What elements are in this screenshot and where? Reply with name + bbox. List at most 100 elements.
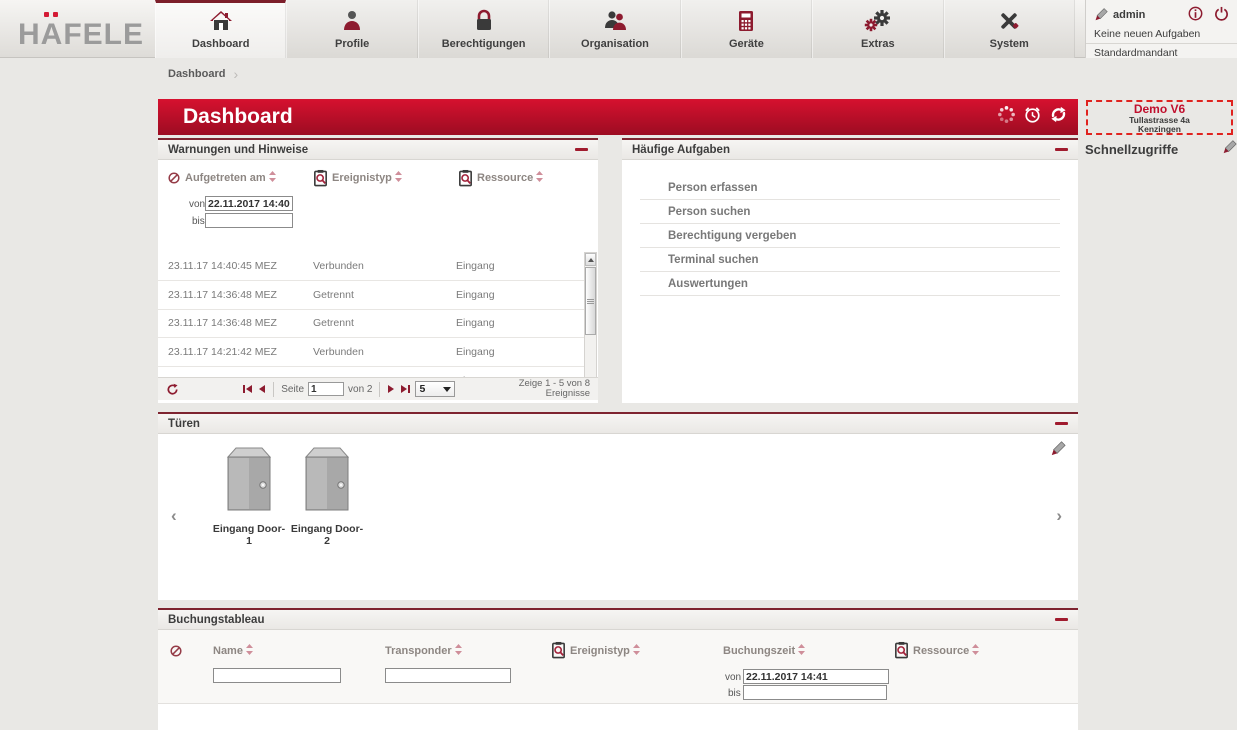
edit-user-pencil-icon[interactable] <box>1094 7 1108 24</box>
page-title-bar: Dashboard <box>158 99 1078 135</box>
table-row[interactable]: 23.11.17 14:21:42 MEZVerbundenEingang <box>158 338 586 367</box>
page-title: Dashboard <box>183 105 997 129</box>
collapse-icon[interactable] <box>1055 148 1068 151</box>
table-row[interactable]: 23.11.17 14:40:45 MEZVerbundenEingang <box>158 252 586 281</box>
demo-city: Kenzingen <box>1088 125 1231 134</box>
home-icon <box>209 8 233 34</box>
next-page-icon[interactable] <box>387 384 396 394</box>
person-icon <box>341 8 363 34</box>
task-list: Person erfassen Person suchen Berechtigu… <box>640 176 1060 296</box>
sort-icon <box>246 644 253 658</box>
block-icon <box>170 644 182 662</box>
warnings-von-input[interactable] <box>205 196 293 211</box>
tab-profile[interactable]: Profile <box>286 0 417 58</box>
door-tile-eingang-door-2[interactable]: Eingang Door-2 <box>288 446 366 547</box>
warnings-panel-header: Warnungen und Hinweise <box>158 138 598 160</box>
sort-icon <box>972 644 979 658</box>
tab-system[interactable]: System <box>944 0 1075 58</box>
edit-quick-access-pencil-icon[interactable] <box>1222 139 1237 159</box>
gears-icon <box>864 8 892 34</box>
clipboard-search-icon[interactable] <box>550 641 567 664</box>
list-item-berechtigung-vergeben[interactable]: Berechtigung vergeben <box>640 224 1060 248</box>
warnings-title: Warnungen und Hinweise <box>168 144 308 156</box>
haefele-logo: HAFELE <box>18 20 144 50</box>
page-size-select[interactable]: 5 <box>415 381 455 397</box>
sort-icon <box>395 171 402 185</box>
warnings-bis-input[interactable] <box>205 213 293 228</box>
table-row[interactable]: 23.11.17 14:36:48 MEZGetrenntEingang <box>158 281 586 310</box>
bookings-transponder-input[interactable] <box>385 668 511 683</box>
clipboard-search-icon[interactable] <box>457 169 474 192</box>
doors-panel-header: Türen <box>158 412 1078 434</box>
list-item-auswertungen[interactable]: Auswertungen <box>640 272 1060 296</box>
alarm-clock-icon[interactable] <box>1023 105 1042 129</box>
bookings-filter-area: Name Transponder Ereignistyp Buchungszei… <box>158 630 1078 704</box>
bookings-panel-header: Buchungstableau <box>158 608 1078 630</box>
power-icon[interactable] <box>1214 6 1229 24</box>
bookings-panel: Buchungstableau Name Transponder <box>158 608 1078 730</box>
collapse-icon[interactable] <box>575 148 588 151</box>
spinner-icon <box>997 105 1016 129</box>
previous-page-icon[interactable] <box>257 384 266 394</box>
tab-label: Profile <box>335 38 369 50</box>
username[interactable]: admin <box>1113 9 1183 21</box>
edit-doors-pencil-icon[interactable] <box>1050 440 1066 461</box>
column-ressource[interactable]: Ressource <box>913 644 979 658</box>
chevron-left-icon[interactable]: ‹ <box>171 506 177 526</box>
thumb-grip <box>587 301 594 302</box>
mandant-label[interactable]: Standardmandant <box>1086 44 1237 62</box>
chevron-right-icon[interactable]: › <box>1056 506 1062 526</box>
column-buchungszeit[interactable]: Buchungszeit <box>723 644 805 658</box>
page-number-input[interactable] <box>308 382 344 396</box>
bookings-bis-input[interactable] <box>743 685 887 700</box>
last-page-icon[interactable] <box>400 384 411 394</box>
column-ereignistyp[interactable]: Ereignistyp <box>570 644 640 658</box>
bookings-name-input[interactable] <box>213 668 341 683</box>
column-ereignistyp[interactable]: Ereignistyp <box>332 171 402 185</box>
list-item-person-erfassen[interactable]: Person erfassen <box>640 176 1060 200</box>
tab-dashboard[interactable]: Dashboard <box>155 0 286 58</box>
bookings-title: Buchungstableau <box>168 614 264 626</box>
vertical-scrollbar[interactable] <box>584 252 597 396</box>
tools-icon <box>997 8 1021 34</box>
top-header: HAFELE Dashboard Profile Berechtigungen <box>0 0 1237 58</box>
collapse-icon[interactable] <box>1055 618 1068 621</box>
info-icon[interactable] <box>1188 6 1203 24</box>
tab-berechtigungen[interactable]: Berechtigungen <box>418 0 549 58</box>
sort-icon <box>798 644 805 658</box>
first-page-icon[interactable] <box>242 384 253 394</box>
list-item-person-suchen[interactable]: Person suchen <box>640 200 1060 224</box>
list-item-terminal-suchen[interactable]: Terminal suchen <box>640 248 1060 272</box>
sort-icon <box>536 171 543 185</box>
scrollbar-thumb[interactable] <box>585 267 596 335</box>
tab-organisation[interactable]: Organisation <box>549 0 680 58</box>
column-transponder[interactable]: Transponder <box>385 644 462 658</box>
refresh-icon[interactable] <box>1049 105 1068 129</box>
collapse-icon[interactable] <box>1055 422 1068 425</box>
demo-mandant-box[interactable]: Demo V6 Tullastrasse 4a Kenzingen <box>1086 100 1233 135</box>
column-aufgetreten-am[interactable]: Aufgetreten am <box>185 171 276 185</box>
tab-label: Berechtigungen <box>442 38 526 50</box>
scroll-up-button[interactable] <box>585 253 596 266</box>
column-name[interactable]: Name <box>213 644 253 658</box>
pager-status: Zeige 1 - 5 von 8Ereignisse <box>519 379 590 400</box>
bookings-von-input[interactable] <box>743 669 889 684</box>
door-tile-eingang-door-1[interactable]: Eingang Door-1 <box>210 446 288 547</box>
breadcrumb-item[interactable]: Dashboard <box>168 68 225 80</box>
tab-geraete[interactable]: Geräte <box>681 0 812 58</box>
tab-extras[interactable]: Extras <box>812 0 943 58</box>
table-row[interactable]: 23.11.17 14:36:48 MEZGetrenntEingang <box>158 310 586 339</box>
doors-title: Türen <box>168 418 200 430</box>
clipboard-search-icon[interactable] <box>893 641 910 664</box>
tab-label: Dashboard <box>192 38 249 50</box>
frequent-tasks-header: Häufige Aufgaben <box>622 138 1078 160</box>
reload-icon[interactable] <box>166 383 179 396</box>
column-ressource[interactable]: Ressource <box>477 171 543 185</box>
clipboard-search-icon[interactable] <box>312 169 329 192</box>
frequent-tasks-panel: Häufige Aufgaben Person erfassen Person … <box>622 138 1078 403</box>
scroll-up-icon <box>588 258 594 262</box>
page-label: Seite <box>281 384 304 395</box>
umlaut-dots <box>44 12 49 17</box>
sort-icon <box>455 644 462 658</box>
door-image <box>225 446 273 512</box>
